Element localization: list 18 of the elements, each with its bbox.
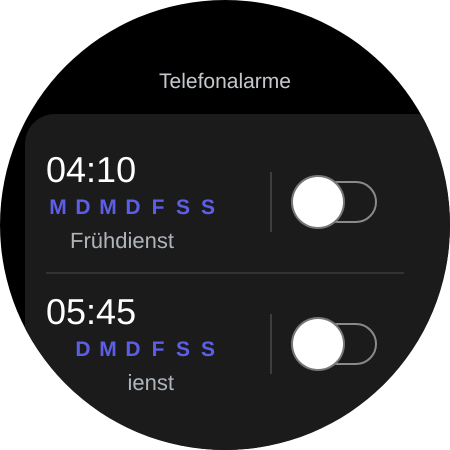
alarm-label: ienst — [126, 370, 174, 396]
weekday-letter: M — [98, 196, 118, 220]
weekday-letter: M — [98, 338, 118, 362]
weekday-letter: F — [150, 196, 166, 220]
weekday-letter: D — [124, 196, 142, 220]
weekday-letter: S — [174, 196, 191, 220]
weekday-letter: S — [200, 196, 216, 220]
weekday-letter: M — [48, 196, 68, 220]
alarm-label: Frühdienst — [69, 228, 174, 254]
weekday-letter: D — [74, 338, 92, 362]
weekday-letter: D — [124, 338, 142, 362]
weekday-letter: D — [74, 196, 92, 220]
screen-title: Telefonalarme — [159, 70, 291, 94]
alarm-time[interactable]: 05:45 — [46, 292, 270, 332]
alarm-time[interactable]: 04:10 — [46, 150, 270, 190]
weekday-letter: F — [150, 338, 166, 362]
weekday-letter: S — [200, 338, 216, 362]
weekday-letter: S — [174, 338, 191, 362]
